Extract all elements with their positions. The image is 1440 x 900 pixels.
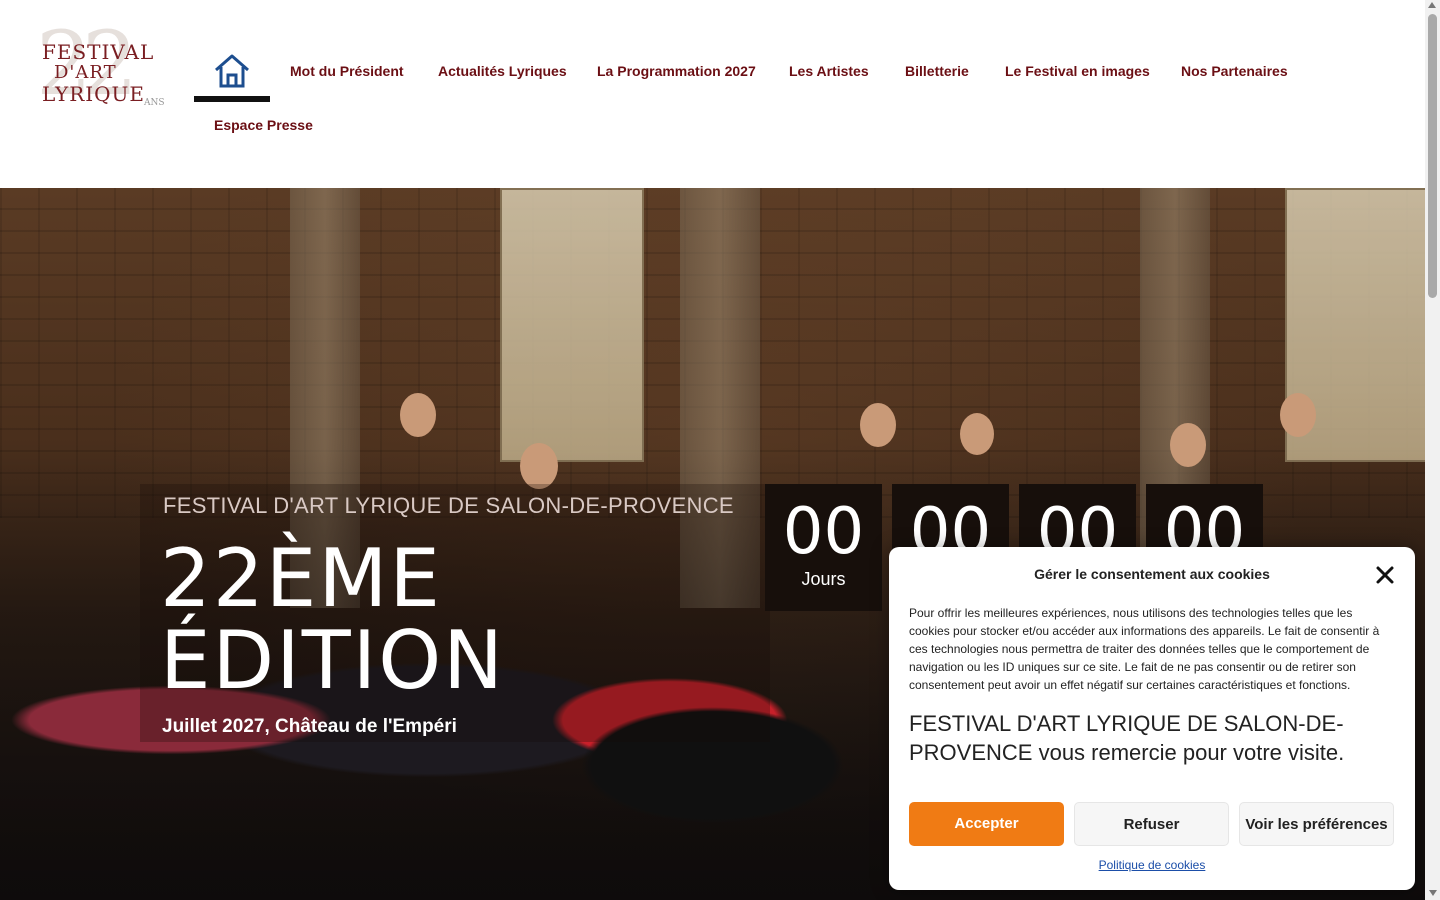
scrollbar-thumb[interactable]: [1428, 14, 1437, 298]
countdown-days-value: 00: [782, 495, 865, 569]
hero-subtitle: FESTIVAL D'ART LYRIQUE DE SALON-DE-PROVE…: [163, 493, 734, 518]
cookie-thanks-message: FESTIVAL D'ART LYRIQUE DE SALON-DE-PROVE…: [909, 711, 1345, 765]
hero-title: 22ÈME ÉDITION: [160, 538, 720, 702]
hero-figure: [1280, 393, 1316, 437]
home-icon: [215, 54, 249, 88]
cookie-consent-dialog: Gérer le consentement aux cookies Pour o…: [889, 547, 1415, 890]
page-scrollbar[interactable]: [1425, 0, 1440, 900]
logo-line-2: D'ART: [54, 62, 117, 83]
hero-figure: [960, 413, 994, 455]
hero-figure: [400, 393, 436, 437]
nav-programmation-2027[interactable]: La Programmation 2027: [597, 63, 756, 79]
nav-home-link[interactable]: [194, 40, 270, 102]
cookie-dialog-title: Gérer le consentement aux cookies: [1034, 566, 1270, 582]
hero-title-line-1: 22ÈME: [160, 532, 442, 625]
hero-figure: [520, 443, 558, 489]
countdown-days: 00 Jours: [765, 484, 882, 611]
nav-espace-presse[interactable]: Espace Presse: [214, 117, 313, 133]
preferences-button[interactable]: Voir les préférences: [1239, 802, 1394, 846]
nav-mot-du-president[interactable]: Mot du Président: [290, 63, 404, 79]
cookie-policy-link[interactable]: Politique de cookies: [889, 858, 1415, 872]
countdown-days-label: Jours: [801, 569, 846, 589]
active-indicator: [194, 96, 270, 102]
nav-billetterie[interactable]: Billetterie: [905, 63, 969, 79]
close-icon[interactable]: [1373, 563, 1397, 587]
festival-logo[interactable]: 22 FESTIVAL D'ART LYRIQUE ANS: [34, 20, 165, 114]
nav-festival-en-images[interactable]: Le Festival en images: [1005, 63, 1150, 79]
logo-line-3: LYRIQUE: [42, 82, 146, 106]
logo-line-1: FESTIVAL: [42, 40, 155, 64]
refuse-button[interactable]: Refuser: [1074, 802, 1229, 846]
site-header: 22 FESTIVAL D'ART LYRIQUE ANS Mot du Pré…: [0, 0, 1425, 188]
nav-actualites-lyriques[interactable]: Actualités Lyriques: [438, 63, 567, 79]
hero-poster-left: [500, 188, 644, 462]
nav-nos-partenaires[interactable]: Nos Partenaires: [1181, 63, 1288, 79]
hero-figure: [860, 403, 896, 447]
logo-ans: ANS: [144, 98, 165, 108]
accept-button[interactable]: Accepter: [909, 802, 1064, 846]
hero-title-line-2: ÉDITION: [160, 614, 506, 707]
cookie-dialog-body: Pour offrir les meilleures expériences, …: [909, 606, 1380, 692]
hero-date: Juillet 2027, Château de l'Empéri: [162, 716, 457, 737]
scroll-down-arrow-icon[interactable]: [1429, 890, 1437, 896]
scroll-up-arrow-icon[interactable]: [1428, 2, 1436, 8]
hero-figure: [1170, 423, 1206, 467]
nav-les-artistes[interactable]: Les Artistes: [789, 63, 869, 79]
